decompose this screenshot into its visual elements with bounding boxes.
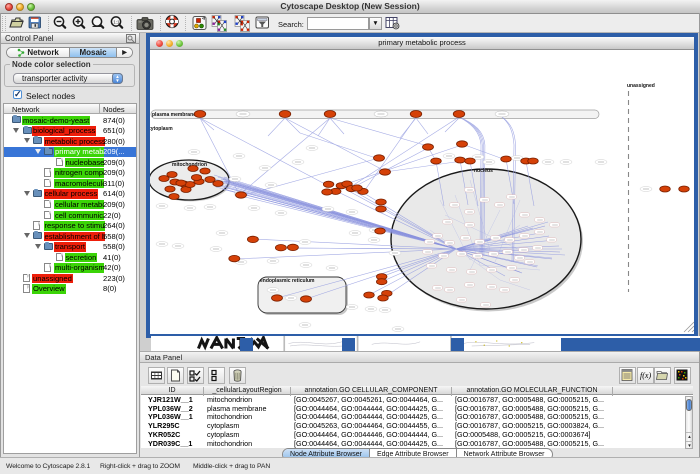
- svg-text:nucleus: nucleus: [474, 168, 493, 174]
- svg-text:1:1: 1:1: [113, 20, 120, 25]
- svg-text:cytoplasm: cytoplasm: [150, 126, 173, 132]
- svg-text:endoplasmic reticulum: endoplasmic reticulum: [260, 278, 315, 284]
- svg-text:unassigned: unassigned: [627, 83, 655, 89]
- svg-text:f(x): f(x): [640, 371, 651, 380]
- svg-text:plasma membrane: plasma membrane: [152, 112, 196, 118]
